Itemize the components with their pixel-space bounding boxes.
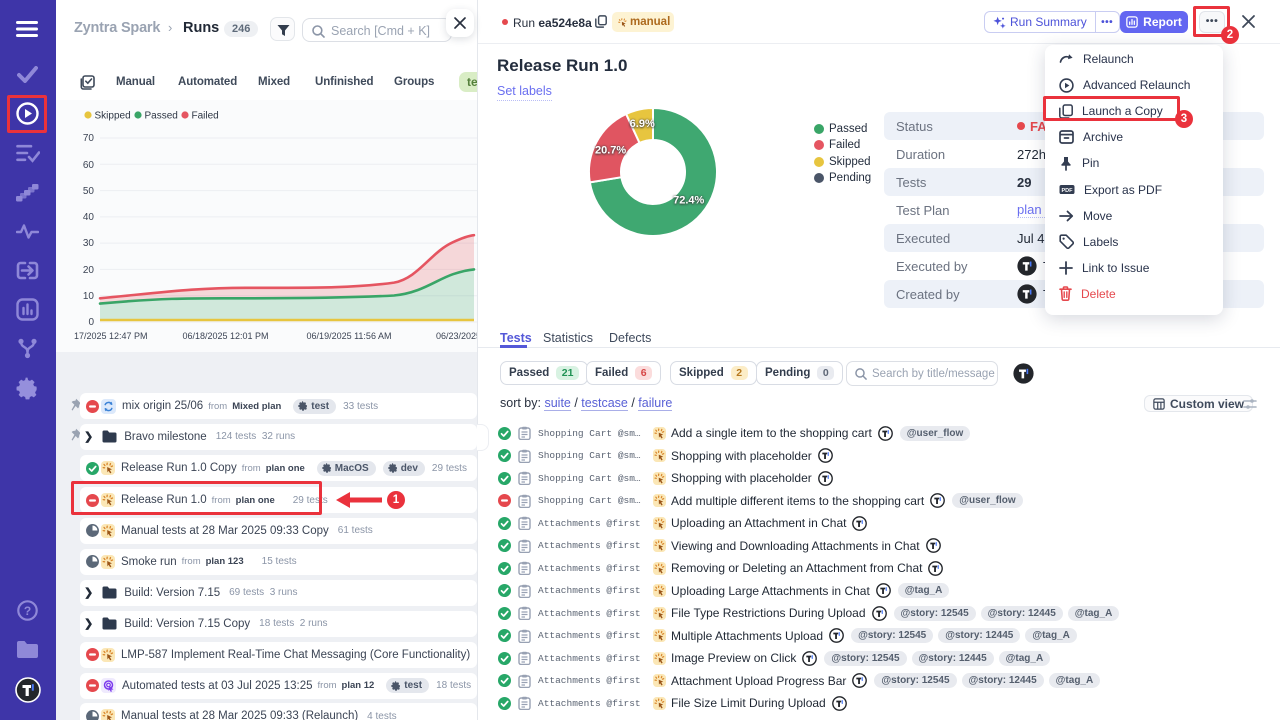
svg-text:70: 70 xyxy=(83,133,95,144)
svg-text:20: 20 xyxy=(83,265,95,276)
svg-text:Failed: Failed xyxy=(192,111,219,122)
svg-text:10: 10 xyxy=(83,291,95,302)
svg-text:0: 0 xyxy=(88,317,94,328)
svg-text:PDF: PDF xyxy=(1062,188,1074,194)
svg-text:Skipped: Skipped xyxy=(95,111,131,122)
svg-text:17/2025 12:47 PM: 17/2025 12:47 PM xyxy=(74,331,148,341)
svg-text:06/18/2025 12:01 PM: 06/18/2025 12:01 PM xyxy=(182,331,268,341)
svg-text:06/23/2025: 06/23/2025 xyxy=(436,331,477,341)
svg-text:72.4%: 72.4% xyxy=(673,194,704,206)
svg-text:20.7%: 20.7% xyxy=(595,145,626,157)
svg-text:6.9%: 6.9% xyxy=(630,118,655,130)
svg-text:06/19/2025 11:56 AM: 06/19/2025 11:56 AM xyxy=(307,331,392,341)
svg-text:30: 30 xyxy=(83,238,95,249)
svg-text:50: 50 xyxy=(83,186,95,197)
svg-text:Passed: Passed xyxy=(145,111,178,122)
svg-text:60: 60 xyxy=(83,160,95,171)
svg-text:?: ? xyxy=(24,604,31,618)
svg-text:40: 40 xyxy=(83,212,95,223)
